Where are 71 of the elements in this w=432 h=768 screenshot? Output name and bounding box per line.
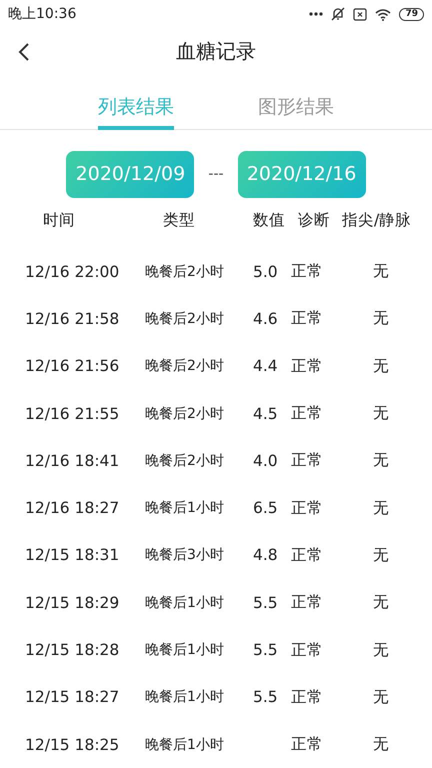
table-cell-text: 正常 [291,498,324,519]
table-cell-text: 5.0 [253,262,279,281]
table-cell-text: 晚餐后1小时 [144,688,225,706]
table-cell-text: 晚餐后2小时 [144,357,225,376]
end-date-button[interactable]: 2020/12/16 [238,150,366,198]
table-cell-text: 12/15 18:27 [24,688,120,706]
column-header: 类型 [162,210,196,231]
table-cell-text: 4.6 [253,310,279,328]
table-cell: 无 [373,734,389,756]
date-separator: --- [208,166,224,182]
table-cell-text: 晚餐后1小时 [144,594,225,612]
more-icon [309,12,324,16]
table-cell-text: 正常 [291,734,324,756]
table-cell: 无 [373,450,389,472]
table-cell-text: 正常 [291,356,324,377]
table-cell-text: 5.5 [253,594,279,612]
table-cell: 无 [373,592,389,614]
table-cell-text: 正常 [291,592,324,614]
table-cell-text: 12/16 21:58 [24,310,120,328]
column-header: 指尖/静脉 [342,210,412,231]
table-cell-text: 正常 [291,450,324,472]
table-cell-text: 4.0 [253,452,279,470]
table-cell-text: 4.4 [253,357,279,376]
table-cell-text: 12/16 22:00 [24,262,120,281]
table-cell-text: 12/16 18:41 [24,452,120,470]
column-header: 诊断 [298,210,331,231]
table-cell-text: 正常 [291,308,324,330]
tab[interactable]: 图形结果 [258,94,334,130]
table-cell: 无 [373,261,389,282]
table-cell-text: 5.5 [253,688,279,706]
table-cell-text: 晚餐后1小时 [144,499,225,518]
table-cell-text: 12/16 21:55 [24,404,120,423]
table-cell-text: 12/15 18:25 [24,736,120,754]
table-cell-text: 12/16 18:27 [24,499,120,518]
table-cell-text: 晚餐后2小时 [144,262,225,281]
table-cell: 无 [373,640,389,661]
table-cell: 无 [373,356,389,377]
table-cell: 无 [373,686,389,708]
table-cell-text: 晚餐后2小时 [144,404,225,423]
tab[interactable]: 列表结果 [98,94,174,130]
table-cell-text: 正常 [291,686,324,708]
sim-icon [353,8,368,20]
table-cell-text: 12/16 21:56 [24,357,120,376]
start-date-button[interactable]: 2020/12/09 [66,150,194,198]
muted-bell-icon [331,7,346,21]
table-cell-text: 晚餐后3小时 [144,546,225,564]
battery-level: 79 [399,8,424,20]
table-cell-text: 12/15 18:31 [24,546,120,564]
column-header: 数值 [253,210,286,231]
table-cell: 无 [373,498,389,519]
table-cell: 无 [373,308,389,330]
table-cell-text: 晚餐后1小时 [144,641,225,660]
table-cell-text: 正常 [291,403,324,424]
table-cell-text: 4.5 [253,404,279,423]
table-cell-text: 正常 [291,544,324,566]
table-cell-text: 晚餐后2小时 [144,452,225,470]
wifi-icon [375,8,392,20]
table-cell-text: 12/15 18:28 [24,641,120,660]
page-title: 血糖记录 [176,38,256,64]
status-time: 晚上10:36 [8,5,76,23]
table-cell-text: 晚餐后2小时 [144,310,225,328]
table-cell-text: 5.5 [253,641,279,660]
table-cell-text: 正常 [291,640,324,661]
table-cell-text: 6.5 [253,499,279,518]
table-cell-text: 晚餐后1小时 [144,736,225,754]
column-header: 时间 [42,210,76,231]
table-cell: 无 [373,544,389,566]
table-cell: 无 [373,403,389,424]
table-cell-text: 4.8 [253,546,279,564]
table-cell-text: 12/15 18:29 [24,594,120,612]
table-cell-text: 正常 [291,261,324,282]
